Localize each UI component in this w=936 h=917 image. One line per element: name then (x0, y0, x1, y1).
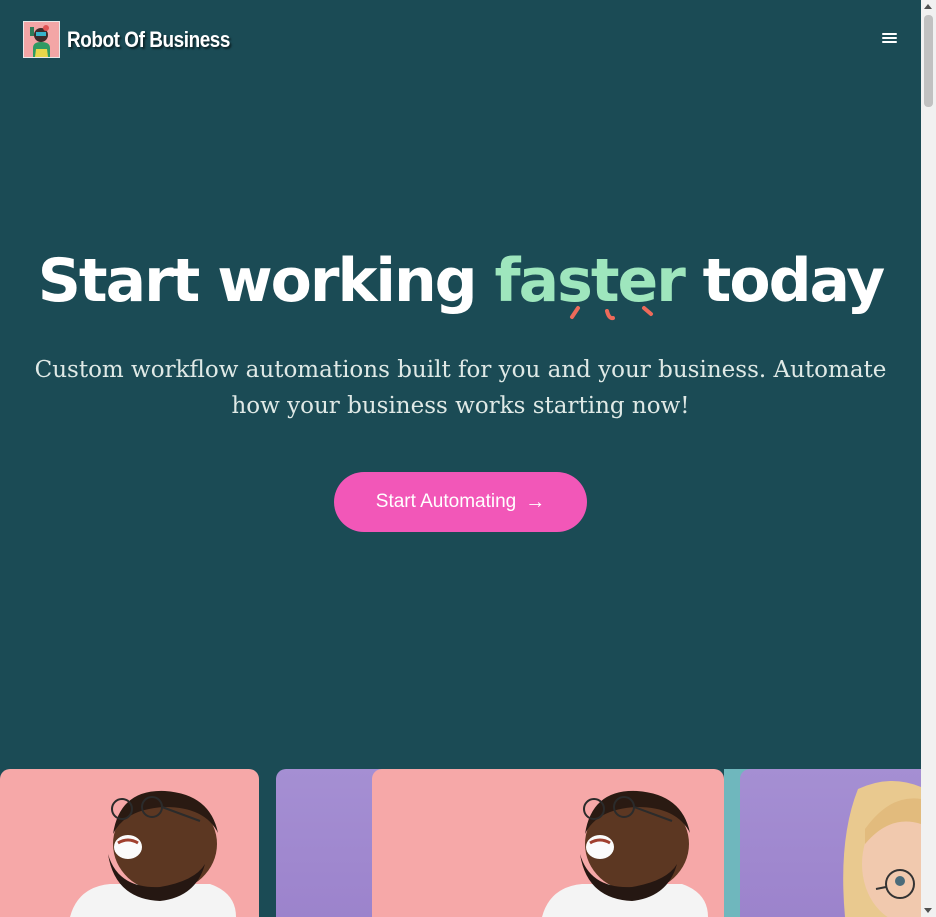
hero-title: Start working faster today (0, 244, 921, 318)
hero-title-end: today (683, 246, 886, 316)
hero-title-start: Start working (37, 246, 495, 316)
brand-logo[interactable]: Robot Of Business (23, 21, 257, 58)
gallery-card (740, 769, 921, 917)
start-automating-button[interactable]: Start Automating → (334, 472, 587, 532)
gallery-card (372, 769, 724, 917)
laughing-man-photo (542, 790, 708, 917)
highlight-accent-marks (570, 306, 653, 321)
scroll-up-arrow-icon[interactable] (924, 4, 932, 9)
scrollbar-thumb[interactable] (924, 15, 933, 107)
hero-subtitle: Custom workflow automations built for yo… (34, 357, 887, 419)
robot-portrait-icon (23, 21, 60, 58)
hamburger-menu-icon[interactable] (881, 31, 899, 47)
scroll-down-arrow-icon[interactable] (924, 908, 932, 913)
cta-label: Start Automating (375, 491, 517, 512)
woman-with-glasses-photo (843, 780, 921, 917)
page-scrollbar[interactable] (921, 0, 936, 917)
gallery-card (0, 769, 259, 917)
landing-page: Robot Of Business Start working faster t… (0, 0, 921, 917)
site-header: Robot Of Business (0, 0, 921, 80)
arrow-right-icon: → (525, 490, 546, 513)
laughing-man-photo (70, 790, 236, 917)
brand-name: Robot Of Business (67, 26, 230, 52)
